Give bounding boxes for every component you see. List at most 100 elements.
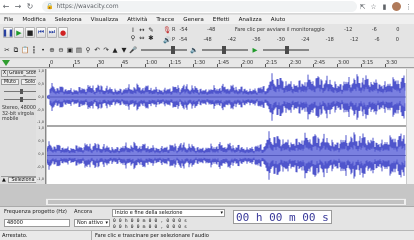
multi-tool-icon[interactable]: ✱ — [147, 34, 155, 42]
play-button[interactable]: ▶ — [14, 27, 24, 38]
menu-visualizza[interactable]: Visualizza — [91, 17, 119, 23]
gain-slider[interactable] — [4, 89, 40, 94]
timeline-tick — [289, 64, 290, 67]
rate-select[interactable]: 48000 — [4, 219, 70, 227]
meter-hint[interactable]: Fare clic per avviare il monitoraggio — [235, 27, 325, 33]
menu-analizza[interactable]: Analizza — [239, 17, 262, 23]
pause-button[interactable]: ❚❚ — [2, 27, 14, 38]
timeline-label: 3:15 — [362, 60, 374, 66]
menu-file[interactable]: File — [4, 17, 13, 23]
timeline-label: 1:45 — [218, 60, 230, 66]
back-icon[interactable]: ← — [0, 1, 12, 13]
timeline-tick — [49, 64, 50, 67]
timeshift-tool-icon[interactable]: ⇔ — [138, 34, 146, 42]
skip-start-button[interactable]: ⏮ — [36, 27, 46, 38]
zoom-in-icon[interactable]: ⊕ — [48, 46, 56, 54]
skip-end-button[interactable]: ⏭ — [47, 27, 57, 38]
browser-toolbar: ← → ↻ 🔒 https://wavacity.com ⇱ ☆ ▮ ⋮ — [0, 0, 414, 14]
play-scale-0: -54 — [179, 37, 188, 43]
more-icon[interactable]: ⋮ — [403, 1, 414, 12]
menu-aiuto[interactable]: Aiuto — [271, 17, 286, 23]
ruler-bottom-1: 1,0 — [38, 126, 44, 130]
play-scale-3: -36 — [252, 37, 261, 43]
address-bar[interactable]: 🔒 https://wavacity.com — [42, 1, 357, 12]
timeline-tick — [265, 64, 266, 67]
record-volume-slider[interactable] — [141, 46, 187, 54]
pause-icon: ❚❚ — [2, 28, 14, 37]
speaker-icon: 🔈 — [189, 46, 199, 54]
zoom-out-icon[interactable]: ⊖ — [57, 46, 65, 54]
stop-icon: ■ — [26, 28, 34, 37]
menu-tracce[interactable]: Tracce — [156, 17, 174, 23]
scroll-thumb[interactable] — [48, 200, 404, 204]
ruler-bottom-3: 0,0 — [38, 152, 44, 156]
stop-button[interactable]: ■ — [25, 27, 35, 38]
skip-start-icon: ⏮ — [37, 28, 45, 36]
menu-attivita[interactable]: Attività — [127, 17, 147, 23]
ruler-top-5: -1,0 — [36, 120, 44, 124]
envelope-tool-icon[interactable]: ↔ — [138, 26, 146, 34]
copy-icon[interactable]: ⧉ — [12, 46, 20, 54]
profile-avatar[interactable] — [392, 2, 401, 11]
enable-audio-icon[interactable]: ▲ — [111, 46, 119, 54]
extensions-icon[interactable]: ▮ — [379, 1, 390, 12]
star-icon[interactable]: ☆ — [368, 1, 379, 12]
forward-icon[interactable]: → — [12, 1, 24, 13]
time-display[interactable]: 00 h 00 m 00 s — [233, 210, 332, 224]
fit-project-icon[interactable]: ▤ — [75, 46, 83, 54]
draw-tool-icon[interactable]: ✎ — [147, 26, 155, 34]
horizontal-scrollbar[interactable] — [46, 198, 406, 205]
mute-button[interactable]: Muto — [1, 79, 19, 85]
selection-tool-icon[interactable]: I — [129, 26, 137, 34]
menu-modifica[interactable]: Modifica — [22, 17, 45, 23]
menu-genera[interactable]: Genera — [183, 17, 204, 23]
timeline-ruler[interactable]: 0 15 30 45 1:00 1:15 1:30 1:45 2:00 2:15 2:30 2:45 3… — [0, 59, 414, 68]
select-track-button[interactable]: Seleziona — [8, 177, 38, 183]
range-select[interactable]: Inizio e fine della selezione ▾ — [112, 209, 225, 217]
timeline-tick — [313, 64, 314, 67]
cut-icon[interactable]: ✂ — [3, 46, 11, 54]
play-at-speed-icon[interactable]: ▶ — [251, 46, 259, 54]
zoom-toggle-icon[interactable]: ⚲ — [84, 46, 92, 54]
timeline-label: 2:30 — [290, 60, 302, 66]
record-button[interactable]: ● — [58, 27, 68, 38]
timeline-tick — [361, 64, 362, 67]
fit-selection-icon[interactable]: ▣ — [66, 46, 74, 54]
undo-icon[interactable]: ↶ — [93, 46, 101, 54]
vertical-scrollbar[interactable] — [406, 69, 414, 184]
start-time[interactable]: 0 0 h 0 0 m 0 0 , 0 0 0 s — [113, 219, 187, 224]
status-hint: Fare clic e trascinare per selezionare l… — [95, 232, 209, 239]
timeline-label: 3:30 — [386, 60, 398, 66]
play-head-icon[interactable] — [2, 60, 10, 66]
play-scale-9: 0 — [395, 37, 399, 43]
menu-bar: File Modifica Seleziona Visualizza Attiv… — [0, 15, 414, 24]
waveform-area[interactable] — [46, 69, 406, 184]
zoom-tool-icon[interactable]: ⚲ — [129, 34, 137, 42]
record-scale-1: -48 — [207, 27, 216, 33]
timeline-tick — [217, 64, 218, 67]
trim-icon[interactable]: ┇ — [30, 46, 38, 54]
menu-seleziona[interactable]: Seleziona — [55, 17, 82, 23]
redo-icon[interactable]: ↷ — [102, 46, 110, 54]
paste-icon[interactable]: 📋 — [21, 46, 29, 54]
playback-speed-slider[interactable] — [263, 46, 309, 54]
record-icon: ● — [59, 28, 67, 37]
range-chevron-icon: ▾ — [220, 210, 223, 216]
menu-effetti[interactable]: Effetti — [213, 17, 230, 23]
meter-label-r: R — [172, 27, 176, 33]
timeline-tick — [73, 64, 74, 67]
play-scale-1: -48 — [203, 37, 212, 43]
pan-slider[interactable] — [4, 97, 40, 102]
waveform[interactable] — [46, 69, 406, 184]
timeline-tick — [121, 64, 122, 67]
collapse-arrow-icon[interactable]: ▲ — [2, 177, 6, 183]
snap-select[interactable]: Non attivo ▾ — [74, 219, 110, 227]
share-icon[interactable]: ⇱ — [357, 1, 368, 12]
audio-setup-icon[interactable]: ▼ — [120, 46, 128, 54]
ruler-bottom-2: 0,5 — [38, 139, 44, 143]
timeline-tick — [145, 64, 146, 67]
playback-volume-slider[interactable] — [202, 46, 248, 54]
reload-icon[interactable]: ↻ — [24, 1, 36, 13]
silence-icon[interactable]: • — [39, 46, 47, 54]
timeline-label: 2:45 — [314, 60, 326, 66]
